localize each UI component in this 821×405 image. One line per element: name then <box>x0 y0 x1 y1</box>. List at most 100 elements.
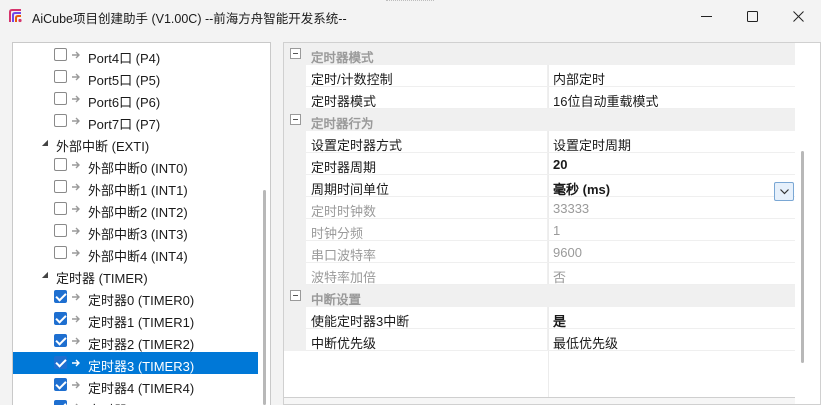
property-value[interactable]: 毫秒 (ms) <box>548 175 795 197</box>
tree-item-checkbox[interactable] <box>54 378 67 391</box>
close-icon <box>792 10 804 22</box>
close-button[interactable] <box>775 0 821 32</box>
tree-item[interactable]: 定时器2 (TIMER2) <box>13 330 258 352</box>
tree-item-checkbox[interactable] <box>54 312 67 325</box>
tree-item-checkbox[interactable] <box>54 202 67 215</box>
tree-item-checkbox[interactable] <box>54 48 67 61</box>
tree-item-checkbox[interactable] <box>54 334 67 347</box>
property-value[interactable]: 是 <box>548 307 795 329</box>
property-row: 串口波特率 9600 <box>284 241 795 263</box>
chevron-down-icon <box>779 188 789 194</box>
arrow-right-icon <box>72 293 80 301</box>
grid-description-pane <box>284 397 795 404</box>
property-value[interactable]: 16位自动重载模式 <box>548 87 795 109</box>
tree-item[interactable]: Port7口 (P7) <box>13 110 258 132</box>
property-row[interactable]: 定时/计数控制 内部定时 <box>284 65 795 87</box>
tree-item-label: 定时器1 (TIMER1) <box>88 315 195 330</box>
tree-item-label: 外部中断0 (INT0) <box>88 161 188 176</box>
property-name: 定时器周期 <box>306 153 548 175</box>
tree-item-label: Port7口 (P7) <box>88 117 161 132</box>
property-category[interactable]: 定时器模式 <box>284 43 795 65</box>
property-row: 时钟分频 1 <box>284 219 795 241</box>
tree-item[interactable]: Port6口 (P6) <box>13 88 258 110</box>
grid-margin <box>284 241 306 263</box>
property-value[interactable]: 设置定时周期 <box>548 131 795 153</box>
minimize-button[interactable] <box>683 0 729 32</box>
arrow-right-icon <box>72 227 80 235</box>
tree-item-label: 外部中断3 (INT3) <box>88 227 188 242</box>
property-name: 定时时钟数 <box>306 197 548 219</box>
property-grid-scrollbar[interactable] <box>801 151 804 363</box>
property-value: 9600 <box>548 241 795 263</box>
tree-item-label: 定时器11 (TIMER11) <box>88 400 207 405</box>
property-name: 定时/计数控制 <box>306 65 548 87</box>
property-row[interactable]: 定时器周期 20 <box>284 153 795 175</box>
tree-item[interactable]: 外部中断3 (INT3) <box>13 220 258 242</box>
property-value[interactable]: 内部定时 <box>548 65 795 87</box>
tree-item-checkbox[interactable] <box>54 180 67 193</box>
property-name: 波特率加倍 <box>306 263 548 285</box>
property-name: 中断优先级 <box>306 329 548 351</box>
tree-item-label: 外部中断2 (INT2) <box>88 205 188 220</box>
expand-collapse-icon[interactable]: ◢ <box>40 138 50 148</box>
tree-item[interactable]: 定时器4 (TIMER4) <box>13 374 258 396</box>
property-value[interactable]: 最低优先级 <box>548 329 795 351</box>
tree-item[interactable]: 外部中断0 (INT0) <box>13 154 258 176</box>
property-row[interactable]: 周期时间单位 毫秒 (ms) <box>284 175 795 197</box>
collapse-category-icon[interactable] <box>290 290 301 301</box>
tree-group-label: 外部中断 (EXTI) <box>56 139 150 154</box>
property-category[interactable]: 定时器行为 <box>284 109 795 131</box>
arrow-right-icon <box>72 95 80 103</box>
tree-group-node[interactable]: ◢ 定时器 (TIMER) <box>13 264 258 286</box>
tree-scrollbar[interactable] <box>263 190 266 405</box>
tree-item[interactable]: 外部中断4 (INT4) <box>13 242 258 264</box>
tree-item-checkbox[interactable] <box>54 400 67 405</box>
property-row[interactable]: 定时器模式 16位自动重载模式 <box>284 87 795 109</box>
property-row[interactable]: 使能定时器3中断是 <box>284 307 795 329</box>
tree-item[interactable]: 外部中断2 (INT2) <box>13 198 258 220</box>
grid-margin <box>284 65 306 87</box>
tree-item[interactable]: 定时器1 (TIMER1) <box>13 308 258 330</box>
unit-dropdown-button[interactable] <box>774 182 794 201</box>
property-name: 串口波特率 <box>306 241 548 263</box>
property-value[interactable]: 20 <box>548 153 795 175</box>
property-name: 定时器模式 <box>306 87 548 109</box>
property-value: 1 <box>548 219 795 241</box>
arrow-right-icon <box>72 51 80 59</box>
tree-item-label: 定时器4 (TIMER4) <box>88 381 195 396</box>
maximize-button[interactable] <box>729 0 775 32</box>
category-label: 定时器行为 <box>311 117 374 131</box>
tree-item[interactable]: 定时器11 (TIMER11) <box>13 396 258 405</box>
collapse-category-icon[interactable] <box>290 48 301 59</box>
collapse-category-icon[interactable] <box>290 114 301 125</box>
property-grid[interactable]: 定时器模式 定时/计数控制 内部定时 定时器模式 16位自动重载模式 定时器行为 设置定时器… <box>283 42 821 405</box>
property-category[interactable]: 中断设置 <box>284 285 795 307</box>
grid-margin <box>284 153 306 175</box>
tree-item-label: Port4口 (P4) <box>88 51 161 66</box>
tree-group-node[interactable]: ◢ 外部中断 (EXTI) <box>13 132 258 154</box>
aicube-logo-icon <box>9 9 22 23</box>
grid-margin <box>284 219 306 241</box>
grid-margin <box>284 87 306 109</box>
tree-item[interactable]: 定时器3 (TIMER3) <box>13 352 258 374</box>
arrow-right-icon <box>72 117 80 125</box>
tree-item[interactable]: 外部中断1 (INT1) <box>13 176 258 198</box>
tree-item-checkbox[interactable] <box>54 246 67 259</box>
property-name: 周期时间单位 <box>306 175 548 197</box>
tree-item[interactable]: 定时器0 (TIMER0) <box>13 286 258 308</box>
tree-item[interactable]: Port5口 (P5) <box>13 66 258 88</box>
tree-item-checkbox[interactable] <box>54 224 67 237</box>
peripheral-tree[interactable]: Port4口 (P4) Port5口 (P5) Port6口 (P6) Port7口 … <box>12 42 271 405</box>
property-value: 否 <box>548 263 795 285</box>
tree-item-checkbox[interactable] <box>54 158 67 171</box>
expand-collapse-icon[interactable]: ◢ <box>40 270 50 280</box>
tree-item-checkbox[interactable] <box>54 356 67 369</box>
tree-item-checkbox[interactable] <box>54 92 67 105</box>
property-row[interactable]: 设置定时器方式 设置定时周期 <box>284 131 795 153</box>
grid-margin <box>284 307 306 329</box>
tree-item-checkbox[interactable] <box>54 70 67 83</box>
tree-item[interactable]: Port4口 (P4) <box>13 44 258 66</box>
tree-item-checkbox[interactable] <box>54 114 67 127</box>
property-row[interactable]: 中断优先级 最低优先级 <box>284 329 795 351</box>
tree-item-checkbox[interactable] <box>54 290 67 303</box>
